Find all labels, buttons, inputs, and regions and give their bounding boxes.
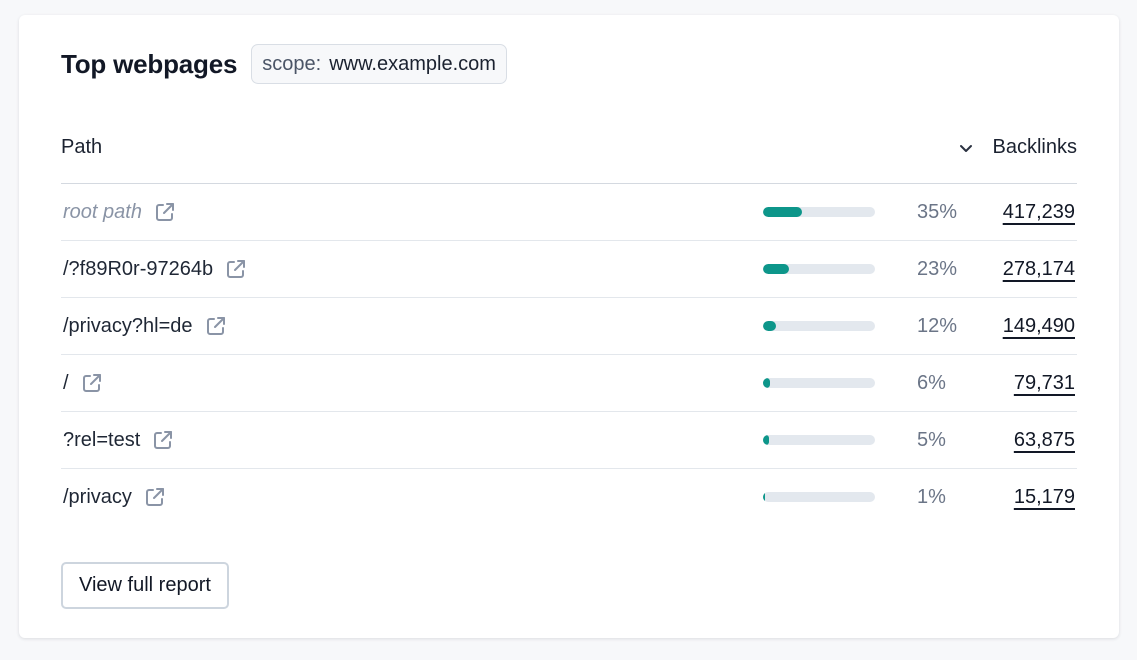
external-link-icon[interactable] bbox=[225, 258, 247, 280]
column-header-path: Path bbox=[61, 136, 103, 158]
sort-by-backlinks[interactable]: Backlinks bbox=[957, 136, 1077, 159]
share-bar bbox=[763, 492, 875, 502]
backlinks-count[interactable]: 417,239 bbox=[1003, 184, 1075, 240]
share-bar-fill bbox=[763, 378, 770, 388]
share-bar-fill bbox=[763, 435, 769, 445]
backlinks-count[interactable]: 149,490 bbox=[1003, 298, 1075, 354]
share-bar bbox=[763, 264, 875, 274]
table-row: /privacy 1% 15,179 bbox=[61, 469, 1077, 525]
chevron-down-icon bbox=[959, 144, 972, 152]
share-percent: 1% bbox=[917, 486, 946, 508]
path-text[interactable]: root path bbox=[63, 201, 142, 224]
share-bar bbox=[763, 378, 875, 388]
card-header: Top webpages scope: www.example.com bbox=[61, 43, 507, 85]
share-percent: 5% bbox=[917, 429, 946, 451]
share-bar-fill bbox=[763, 264, 789, 274]
share-bar bbox=[763, 207, 875, 217]
share-percent: 6% bbox=[917, 372, 946, 394]
share-percent: 23% bbox=[917, 258, 958, 280]
share-bar bbox=[763, 435, 875, 445]
path-text[interactable]: / bbox=[63, 372, 69, 395]
external-link-icon[interactable] bbox=[205, 315, 227, 337]
path-cell: root path bbox=[63, 184, 176, 240]
share-percent: 35% bbox=[917, 201, 958, 223]
top-webpages-card: Top webpages scope: www.example.com Path… bbox=[19, 15, 1119, 638]
share-bar bbox=[763, 321, 875, 331]
share-bar-fill bbox=[763, 207, 803, 217]
table-row: /?f89R0r-97264b 23% 278,174 bbox=[61, 241, 1077, 298]
share-percent: 12% bbox=[917, 315, 958, 337]
external-link-icon[interactable] bbox=[154, 201, 176, 223]
column-header-backlinks: Backlinks bbox=[992, 136, 1077, 158]
path-cell: / bbox=[63, 355, 103, 411]
backlinks-count[interactable]: 79,731 bbox=[1014, 355, 1075, 411]
path-text[interactable]: /privacy?hl=de bbox=[63, 315, 193, 338]
backlinks-count[interactable]: 63,875 bbox=[1014, 412, 1075, 468]
table-row: ?rel=test 5% 63,875 bbox=[61, 412, 1077, 469]
table-row: /privacy?hl=de 12% 149,490 bbox=[61, 298, 1077, 355]
table-row: / 6% 79,731 bbox=[61, 355, 1077, 412]
path-cell: ?rel=test bbox=[63, 412, 174, 468]
path-cell: /privacy?hl=de bbox=[63, 298, 227, 354]
backlinks-count[interactable]: 278,174 bbox=[1003, 241, 1075, 297]
external-link-icon[interactable] bbox=[152, 429, 174, 451]
share-bar-fill bbox=[763, 321, 777, 331]
table-row: root path 35% 417,239 bbox=[61, 184, 1077, 241]
scope-badge: scope: www.example.com bbox=[251, 44, 507, 84]
path-cell: /?f89R0r-97264b bbox=[63, 241, 247, 297]
external-link-icon[interactable] bbox=[81, 372, 103, 394]
path-text[interactable]: /?f89R0r-97264b bbox=[63, 258, 213, 281]
card-title: Top webpages bbox=[61, 48, 238, 79]
table-body: root path 35% 417,239 /?f89R0r-97264b 23… bbox=[61, 184, 1077, 525]
path-text[interactable]: ?rel=test bbox=[63, 429, 140, 452]
share-bar-fill bbox=[763, 492, 766, 502]
external-link-icon[interactable] bbox=[144, 486, 166, 508]
path-cell: /privacy bbox=[63, 469, 166, 525]
table-header: Path Backlinks bbox=[61, 125, 1077, 184]
backlinks-count[interactable]: 15,179 bbox=[1014, 469, 1075, 525]
scope-value: www.example.com bbox=[329, 52, 496, 75]
path-text[interactable]: /privacy bbox=[63, 486, 132, 509]
view-full-report-button[interactable]: View full report bbox=[61, 562, 229, 609]
scope-label: scope: bbox=[262, 52, 322, 75]
